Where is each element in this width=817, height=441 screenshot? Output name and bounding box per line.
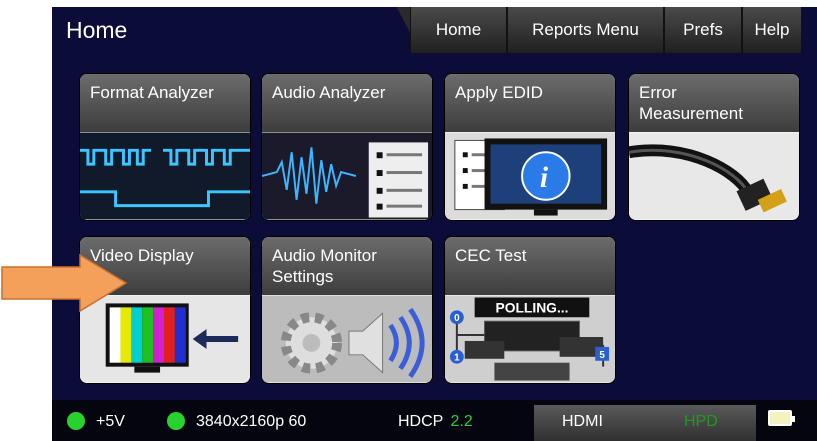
cec-node-1: 1 bbox=[454, 353, 460, 364]
hdmi-label: HDMI bbox=[562, 413, 603, 430]
tile-apply-edid[interactable]: Apply EDID i bbox=[444, 73, 616, 221]
waveform-icon bbox=[80, 132, 250, 220]
hdcp-version: 2.2 bbox=[450, 413, 473, 430]
resolution-text: 3840x2160p 60 bbox=[196, 413, 307, 430]
info-monitor-icon: i bbox=[445, 132, 615, 220]
tile-label: Audio Analyzer bbox=[262, 74, 432, 132]
page-title: Home bbox=[66, 17, 128, 43]
tab-bar: Home Reports Menu Prefs Help bbox=[410, 7, 802, 53]
tab-reports-menu[interactable]: Reports Menu bbox=[507, 7, 664, 53]
tile-label: CEC Test bbox=[445, 237, 615, 295]
tile-label: Apply EDID bbox=[445, 74, 615, 132]
hdmi-cable-icon bbox=[629, 132, 799, 220]
gear-speaker-icon bbox=[262, 295, 432, 383]
cec-node-5: 5 bbox=[599, 350, 605, 361]
power-status-dot bbox=[67, 412, 85, 430]
polling-text: POLLING... bbox=[495, 299, 568, 315]
tile-audio-monitor-settings[interactable]: Audio Monitor Settings bbox=[261, 236, 433, 384]
audio-waveform-icon bbox=[262, 132, 432, 220]
power-status-text: +5V bbox=[96, 413, 125, 430]
tile-label: Error Measurement bbox=[629, 74, 799, 132]
hdmi-indicator: HDMI HPD bbox=[534, 405, 756, 441]
tile-label: Audio Monitor Settings bbox=[262, 237, 432, 295]
tab-help[interactable]: Help bbox=[742, 7, 802, 53]
tile-cec-test[interactable]: CEC Test POLLING... 0 1 5 bbox=[444, 236, 616, 384]
signal-status-dot bbox=[167, 412, 185, 430]
hdcp-label: HDCP 2.2 bbox=[398, 413, 473, 431]
tile-error-measurement[interactable]: Error Measurement bbox=[628, 73, 800, 221]
tab-home[interactable]: Home bbox=[410, 7, 507, 53]
tile-format-analyzer[interactable]: Format Analyzer bbox=[79, 73, 251, 221]
cec-node-0: 0 bbox=[454, 313, 460, 324]
cec-network-icon: POLLING... 0 1 5 bbox=[445, 295, 615, 383]
orange-arrow-icon bbox=[1, 253, 128, 313]
tab-prefs[interactable]: Prefs bbox=[664, 7, 742, 53]
battery-tip bbox=[792, 416, 795, 422]
tile-label: Format Analyzer bbox=[80, 74, 250, 132]
battery-icon bbox=[768, 410, 792, 426]
hdcp-label-text: HDCP bbox=[398, 413, 444, 430]
hpd-label: HPD bbox=[684, 413, 718, 430]
device-screen: Home Home Reports Menu Prefs Help Format… bbox=[52, 7, 817, 441]
tile-audio-analyzer[interactable]: Audio Analyzer bbox=[261, 73, 433, 221]
svg-text:i: i bbox=[540, 162, 549, 194]
